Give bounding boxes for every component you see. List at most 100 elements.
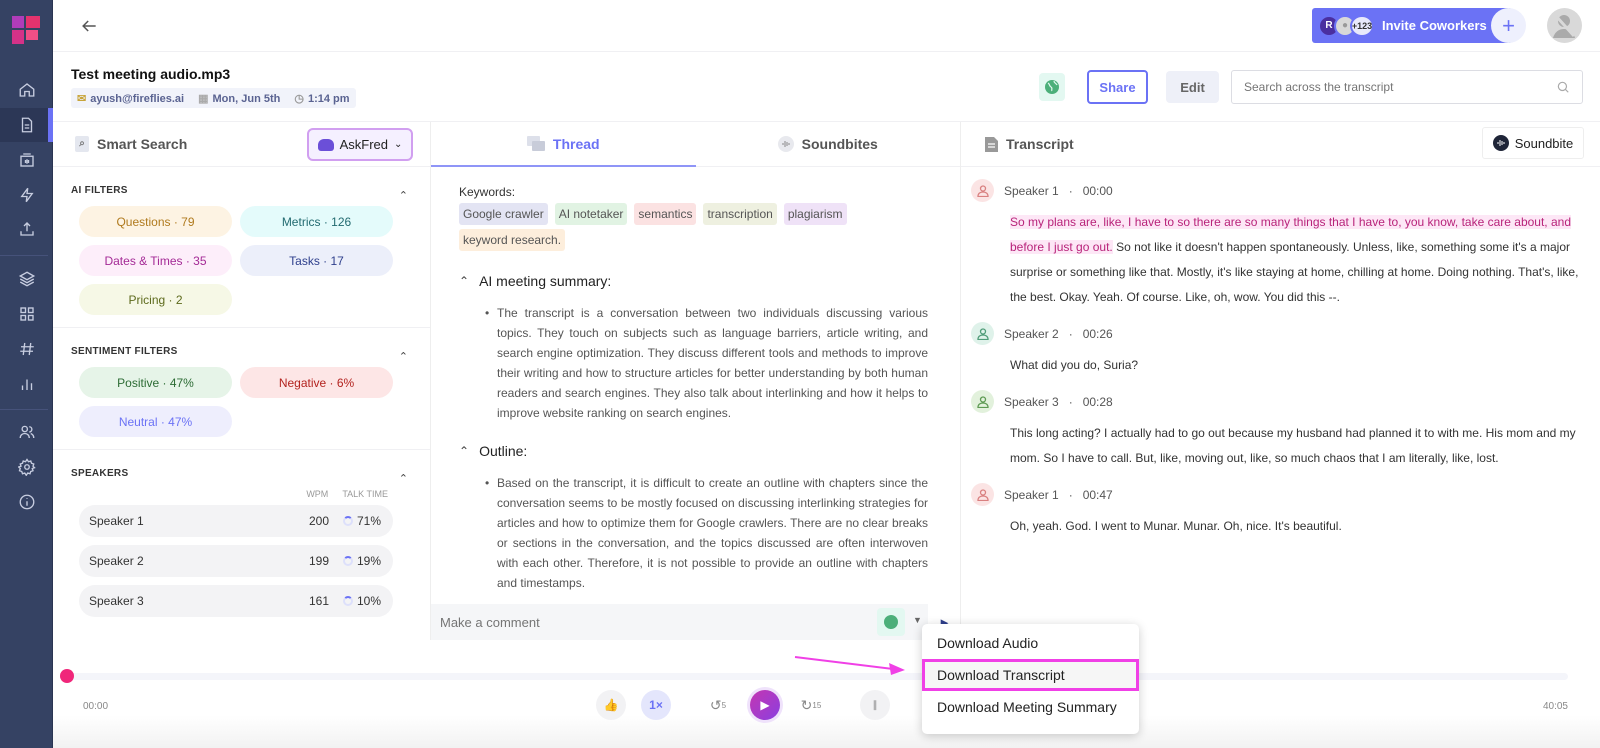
- edit-button[interactable]: Edit: [1166, 71, 1219, 103]
- keyword-tag[interactable]: AI notetaker: [554, 203, 628, 225]
- talk-time-ring-icon: [343, 556, 353, 566]
- speaker-row[interactable]: Speaker 3 161 10%: [79, 585, 393, 617]
- speaker-avatar[interactable]: [971, 179, 994, 202]
- sentiment-filter-chip[interactable]: Positive · 47%: [79, 367, 232, 398]
- sidebar-item-home[interactable]: [0, 73, 53, 107]
- entry-time[interactable]: 00:00: [1083, 184, 1113, 198]
- speed-button[interactable]: 1×: [641, 690, 671, 720]
- ai-filter-chip[interactable]: Questions · 79: [79, 206, 232, 237]
- sidebar-item-team[interactable]: [0, 415, 53, 449]
- thumbs-up-icon: 👍: [603, 698, 619, 712]
- sidebar-item-topics[interactable]: [0, 262, 53, 296]
- transcript-title: Transcript: [1006, 136, 1074, 152]
- summary-heading[interactable]: ⌃ AI meeting summary:: [459, 273, 932, 289]
- share-button[interactable]: Share: [1087, 70, 1148, 104]
- entry-time[interactable]: 00:28: [1083, 395, 1113, 409]
- transcript-search[interactable]: [1231, 70, 1583, 104]
- entry-header: Speaker 1 · 00:47: [971, 483, 1580, 506]
- speaker-list: Speaker 1 200 71% Speaker 2 199 19% Speaker 3 1…: [71, 505, 412, 617]
- entry-speaker[interactable]: Speaker 1: [1004, 488, 1059, 502]
- sidebar-item-notebook[interactable]: [0, 108, 53, 142]
- globe-icon: [884, 615, 898, 629]
- keyword-tag[interactable]: semantics: [634, 203, 697, 225]
- speaker-row[interactable]: Speaker 2 199 19%: [79, 545, 393, 577]
- forward-button[interactable]: ↻ 15: [796, 690, 826, 720]
- entry-speaker[interactable]: Speaker 1: [1004, 184, 1059, 198]
- soundbite-create-button[interactable]: ∥: [860, 690, 890, 720]
- sentiment-filter-chip[interactable]: Neutral · 47%: [79, 406, 232, 437]
- askfred-dropdown[interactable]: AskFred ⌄: [307, 128, 413, 161]
- speaker-avatar[interactable]: [971, 483, 994, 506]
- sidebar-item-integrations[interactable]: [0, 178, 53, 212]
- arrow-left-icon[interactable]: [79, 16, 99, 36]
- invite-coworkers-button[interactable]: R ● +123 Invite Coworkers: [1312, 8, 1512, 43]
- meeting-owner: ayush@fireflies.ai: [90, 92, 185, 105]
- progress-handle[interactable]: [60, 669, 74, 683]
- sentiment-filter-chip[interactable]: Negative · 6%: [240, 367, 393, 398]
- speaker-row[interactable]: Speaker 1 200 71%: [79, 505, 393, 537]
- sidebar-item-settings[interactable]: [0, 450, 53, 484]
- caret-down-icon[interactable]: ▼: [913, 615, 922, 625]
- speakers-section: SPEAKERS ⌃ WPM TALK TIME Speaker 1 200 71%…: [53, 450, 430, 617]
- comment-input[interactable]: [440, 614, 860, 630]
- chevron-up-icon[interactable]: ⌃: [399, 472, 408, 485]
- chevron-up-icon[interactable]: ⌃: [399, 189, 408, 202]
- ai-filter-chip[interactable]: Pricing · 2: [79, 284, 232, 315]
- soundbite-button[interactable]: Soundbite: [1482, 127, 1584, 159]
- tab-thread-label: Thread: [552, 136, 600, 152]
- play-button[interactable]: ▶: [750, 690, 780, 720]
- download-menu-item[interactable]: Download Meeting Summary: [922, 691, 1139, 723]
- entry-speaker[interactable]: Speaker 3: [1004, 395, 1059, 409]
- transcript-entry: Speaker 3 · 00:28 This long acting? I actua…: [961, 378, 1600, 471]
- tab-soundbites[interactable]: Soundbites: [696, 122, 961, 166]
- audio-wave-icon: ∥: [872, 699, 878, 711]
- summary-text: The transcript is a conversation between…: [459, 303, 932, 423]
- entry-time[interactable]: 00:26: [1083, 327, 1113, 341]
- ai-filter-chip[interactable]: Tasks · 17: [240, 245, 393, 276]
- ai-filter-chip[interactable]: Metrics · 126: [240, 206, 393, 237]
- keyword-tag[interactable]: transcription: [703, 203, 777, 225]
- speaker-avatar[interactable]: [971, 390, 994, 413]
- rewind-button[interactable]: ↺ 5: [703, 690, 733, 720]
- download-menu-item[interactable]: Download Audio: [922, 627, 1139, 659]
- thread-tabs: Thread Soundbites: [431, 122, 960, 167]
- keyword-tag[interactable]: Google crawler: [459, 203, 548, 225]
- sidebar-item-apps[interactable]: [0, 297, 53, 331]
- talk-time-value: 19%: [357, 554, 382, 568]
- speaker-talk-time: 10%: [343, 594, 383, 608]
- entry-body: What did you do, Suria?: [1010, 358, 1139, 372]
- sidebar-item-upload[interactable]: [0, 212, 53, 246]
- search-input[interactable]: [1244, 80, 1544, 94]
- entry-speaker[interactable]: Speaker 2: [1004, 327, 1059, 341]
- sidebar-divider: [0, 409, 48, 410]
- globe-icon: [1045, 80, 1059, 94]
- fireflies-logo[interactable]: [12, 16, 40, 44]
- calendar-icon: ▦: [198, 92, 209, 105]
- sidebar-item-meetings[interactable]: [0, 143, 53, 177]
- sidebar-item-info[interactable]: [0, 485, 53, 519]
- grid-icon: [19, 307, 34, 321]
- tab-thread[interactable]: Thread: [431, 122, 696, 167]
- sidebar-item-analytics[interactable]: [0, 367, 53, 401]
- outline-heading[interactable]: ⌃ Outline:: [459, 443, 932, 459]
- transcript-entries: Speaker 1 · 00:00 So my plans are, like, I …: [961, 167, 1600, 539]
- chevron-up-icon[interactable]: ⌃: [399, 350, 408, 363]
- keyword-tag[interactable]: keyword research.: [459, 229, 566, 251]
- ai-filter-chips: Questions · 79 Metrics · 126 Dates & Times…: [71, 206, 412, 327]
- sidebar-item-channels[interactable]: [0, 332, 53, 366]
- user-avatar[interactable]: [1547, 8, 1582, 43]
- keyword-tag[interactable]: plagiarism: [783, 203, 847, 225]
- add-button[interactable]: +: [1491, 8, 1526, 43]
- entry-time[interactable]: 00:47: [1083, 488, 1113, 502]
- download-menu-item[interactable]: Download Transcript: [922, 659, 1139, 691]
- comment-language-button[interactable]: [877, 608, 905, 636]
- speaker-avatar[interactable]: [971, 322, 994, 345]
- user-icon: [976, 327, 989, 340]
- transcript-entry: Speaker 1 · 00:00 So my plans are, like, I …: [961, 167, 1600, 310]
- language-button[interactable]: [1039, 73, 1065, 101]
- calendar-audio-icon: [19, 153, 34, 167]
- outline-title: Outline:: [479, 443, 528, 459]
- thread-content: Keywords: Google crawler AI notetaker sema…: [431, 167, 960, 597]
- ai-filter-chip[interactable]: Dates & Times · 35: [79, 245, 232, 276]
- thumbs-up-button[interactable]: 👍: [596, 690, 626, 720]
